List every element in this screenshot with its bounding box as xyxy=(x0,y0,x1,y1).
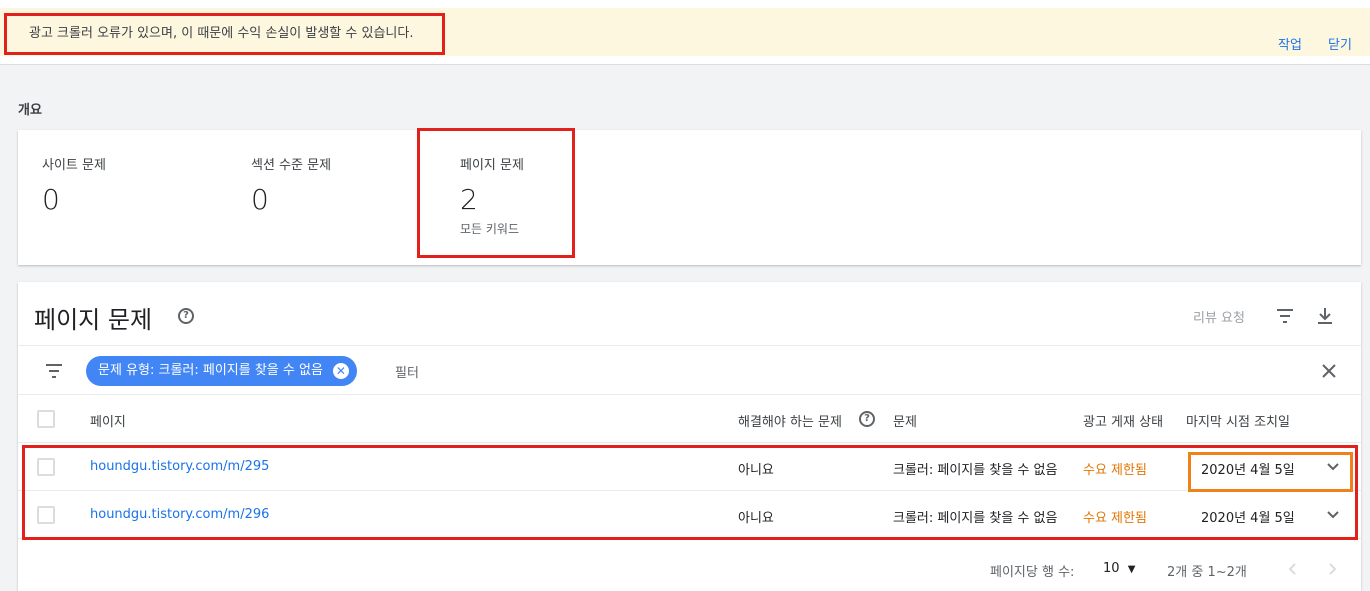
row-checkbox[interactable] xyxy=(37,506,55,524)
clear-filters-icon[interactable] xyxy=(1317,359,1341,383)
column-header-issue[interactable]: 문제 xyxy=(893,411,917,430)
stat-label: 섹션 수준 문제 xyxy=(251,158,332,173)
table-header: 페이지 해결해야 하는 문제 ? 문제 광고 게재 상태 마지막 시점 조치일 xyxy=(18,395,1361,443)
stat-label: 사이트 문제 xyxy=(42,158,106,173)
stat-value: 0 xyxy=(42,183,60,216)
pagination-range: 2개 중 1~2개 xyxy=(1167,565,1247,580)
card-title: 페이지 문제 xyxy=(34,306,153,334)
filter-bar: 문제 유형: 크롤러: 페이지를 찾을 수 없음 ✕ 필터 xyxy=(18,345,1361,395)
stat-value: 0 xyxy=(251,183,269,216)
next-page-icon[interactable] xyxy=(1322,559,1342,579)
alert-message: 광고 크롤러 오류가 있으며, 이 때문에 수익 손실이 발생할 수 있습니다. xyxy=(4,13,445,55)
stat-value: 2 xyxy=(460,183,478,216)
column-header-page[interactable]: 페이지 xyxy=(90,411,126,430)
stat-label: 페이지 문제 xyxy=(460,158,524,173)
action-link[interactable]: 작업 xyxy=(1278,34,1302,53)
stat-section-issues[interactable]: 섹션 수준 문제 0 xyxy=(251,154,331,216)
overview-heading: 개요 xyxy=(18,103,42,118)
ad-status-value: 수요 제한됨 xyxy=(1083,511,1147,526)
column-header-ad-status[interactable]: 광고 게재 상태 xyxy=(1083,411,1163,430)
rows-per-page-label: 페이지당 행 수: xyxy=(990,565,1075,580)
help-icon[interactable]: ? xyxy=(178,308,194,324)
filter-icon[interactable] xyxy=(1273,304,1297,328)
page-issues-card: 페이지 문제 ? 리뷰 요청 문제 유형: 크롤러: 페이지를 찾을 수 없음 … xyxy=(18,282,1361,591)
select-all-checkbox[interactable] xyxy=(37,410,55,428)
page-link[interactable]: houndgu.tistory.com/m/296 xyxy=(90,507,269,522)
issue-value: 크롤러: 페이지를 찾을 수 없음 xyxy=(893,511,1058,526)
expand-row-icon[interactable] xyxy=(1323,457,1343,477)
filter-chip[interactable]: 문제 유형: 크롤러: 페이지를 찾을 수 없음 ✕ xyxy=(86,356,357,386)
filter-list-icon[interactable] xyxy=(42,359,66,383)
expand-row-icon[interactable] xyxy=(1323,505,1343,525)
must-fix-value: 아니요 xyxy=(738,463,774,478)
issue-value: 크롤러: 페이지를 찾을 수 없음 xyxy=(893,463,1058,478)
filter-chip-label: 문제 유형: 크롤러: 페이지를 찾을 수 없음 xyxy=(98,363,323,378)
rows-per-page-value: 10 xyxy=(1103,561,1120,576)
dropdown-arrow-icon: ▼ xyxy=(1127,564,1136,575)
table-row[interactable]: houndgu.tistory.com/m/296 아니요 크롤러: 페이지를 … xyxy=(18,491,1361,539)
download-icon[interactable] xyxy=(1313,304,1337,328)
stat-site-issues[interactable]: 사이트 문제 0 xyxy=(42,154,106,216)
alert-banner-body: 광고 크롤러 오류가 있으며, 이 때문에 수익 손실이 발생할 수 있습니다.… xyxy=(0,8,1370,56)
must-fix-value: 아니요 xyxy=(738,511,774,526)
previous-page-icon[interactable] xyxy=(1283,559,1303,579)
last-action-date: 2020년 4월 5일 xyxy=(1201,463,1295,478)
filter-input[interactable]: 필터 xyxy=(395,362,419,381)
page-link[interactable]: houndgu.tistory.com/m/295 xyxy=(90,459,269,474)
last-action-date: 2020년 4월 5일 xyxy=(1201,511,1295,526)
stat-subtext: 모든 키워드 xyxy=(460,222,520,236)
chip-close-icon[interactable]: ✕ xyxy=(332,363,349,379)
alert-banner: 광고 크롤러 오류가 있으며, 이 때문에 수익 손실이 발생할 수 있습니다.… xyxy=(0,0,1370,65)
help-icon[interactable]: ? xyxy=(859,411,875,427)
ad-status-value: 수요 제한됨 xyxy=(1083,463,1147,478)
table-row[interactable]: houndgu.tistory.com/m/295 아니요 크롤러: 페이지를 … xyxy=(18,443,1361,491)
review-request-button[interactable]: 리뷰 요청 xyxy=(1193,307,1245,326)
column-header-must-fix[interactable]: 해결해야 하는 문제 xyxy=(738,411,842,430)
stat-page-issues[interactable]: 페이지 문제 2 모든 키워드 xyxy=(460,154,524,237)
overview-card: 사이트 문제 0 섹션 수준 문제 0 페이지 문제 2 모든 키워드 xyxy=(18,130,1361,265)
row-checkbox[interactable] xyxy=(37,458,55,476)
rows-per-page-select[interactable]: 10 ▼ xyxy=(1103,561,1135,576)
close-link[interactable]: 닫기 xyxy=(1328,34,1352,53)
column-header-last-action[interactable]: 마지막 시점 조치일 xyxy=(1186,411,1290,430)
